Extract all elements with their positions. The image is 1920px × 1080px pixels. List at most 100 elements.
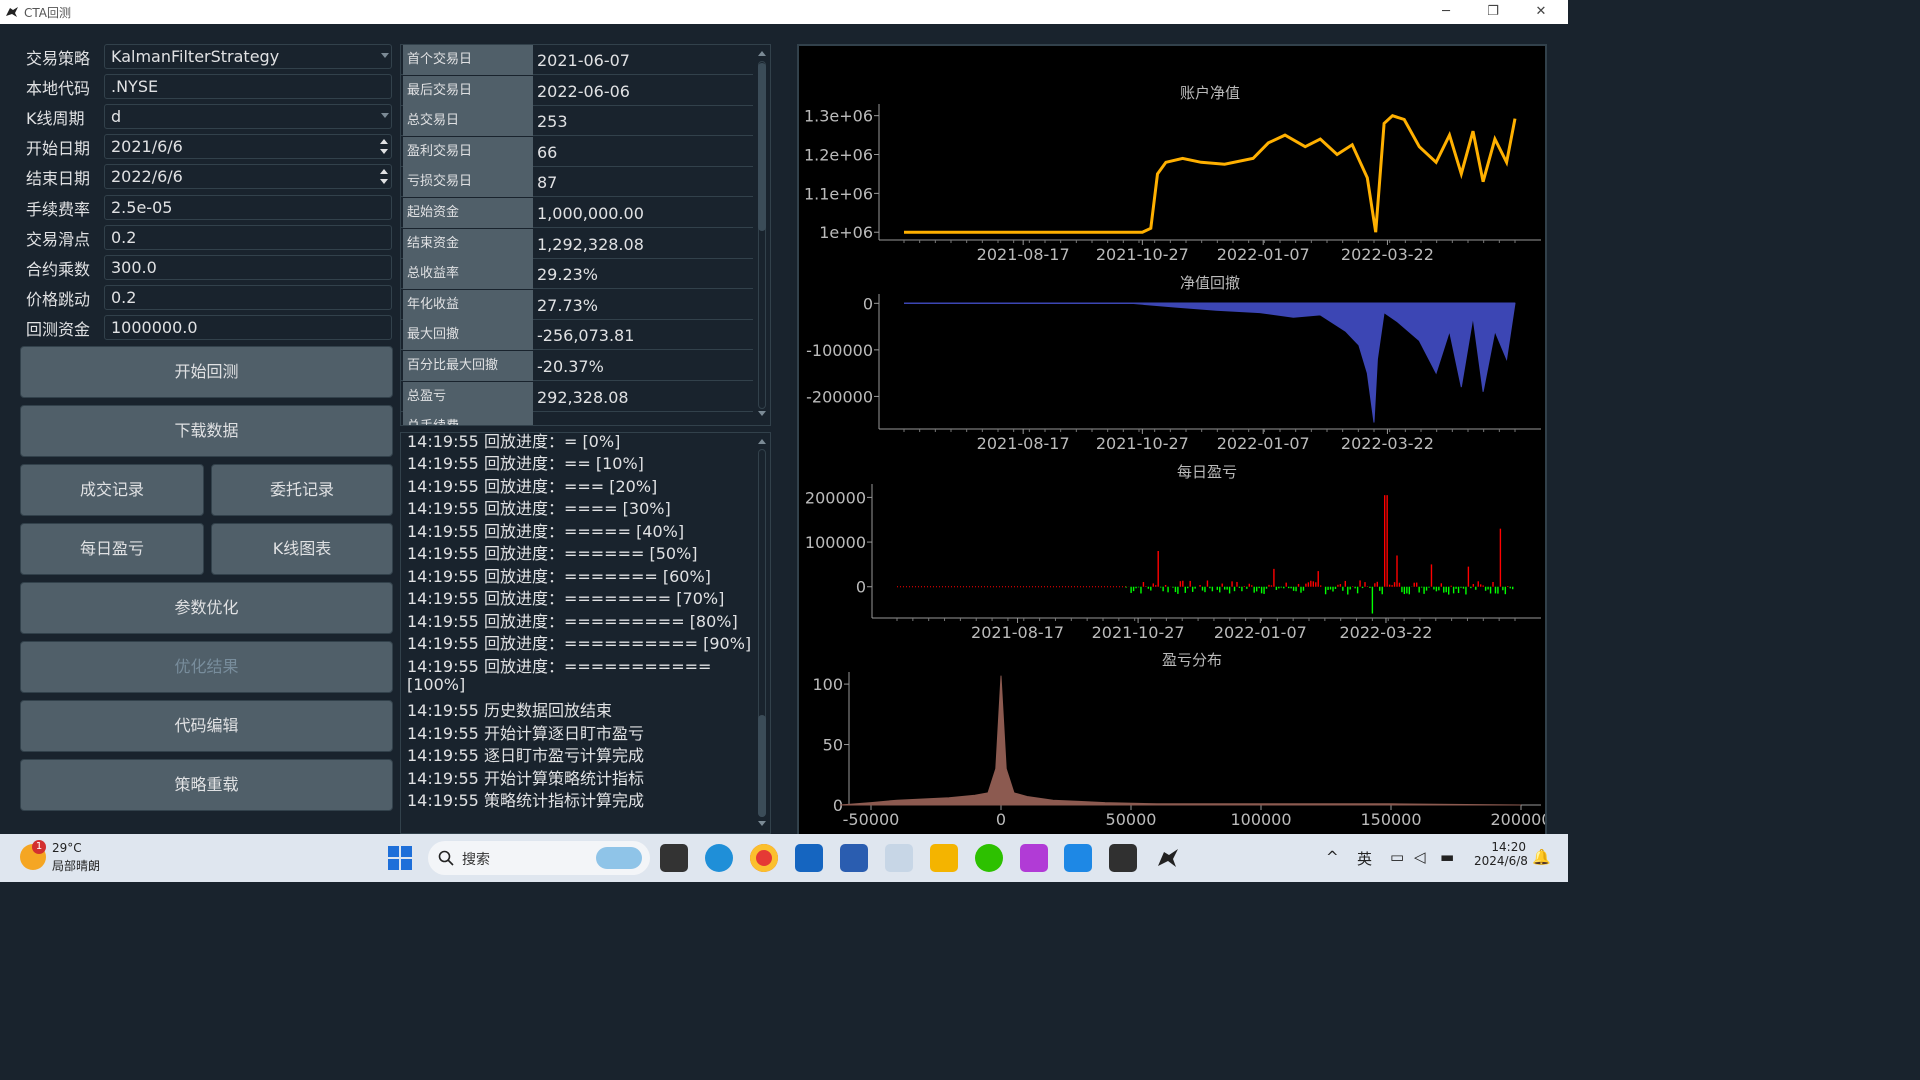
scroll-up-icon[interactable]	[758, 51, 766, 56]
date-field[interactable]: 2022/6/6	[104, 164, 392, 190]
stats-row[interactable]: 首个交易日 2021-06-07	[401, 45, 753, 75]
x-tick-label: 200000	[1490, 810, 1545, 829]
scroll-up-icon[interactable]	[758, 439, 766, 444]
download-data-button[interactable]: 下载数据	[20, 405, 393, 457]
spin-up-icon[interactable]	[380, 139, 388, 145]
stat-key: 盈利交易日	[403, 136, 533, 167]
stats-row[interactable]: 总交易日 253	[401, 106, 753, 137]
form-label: 开始日期	[26, 139, 91, 159]
stats-scrollbar[interactable]	[755, 45, 769, 425]
form-row: 交易滑点 0.2	[20, 224, 394, 251]
stats-row[interactable]: 总盈亏 292,328.08	[401, 381, 753, 412]
text-field[interactable]: 1000000.0	[104, 314, 392, 340]
log-scrollbar[interactable]	[755, 433, 769, 833]
app-icon[interactable]	[1020, 844, 1048, 872]
start-backtest-button[interactable]: 开始回测	[20, 346, 393, 398]
spin-up-icon[interactable]	[380, 169, 388, 175]
scroll-thumb[interactable]	[758, 715, 766, 817]
combo-box[interactable]: d	[104, 104, 392, 130]
scroll-down-icon[interactable]	[758, 411, 766, 416]
order-records-button[interactable]: 委托记录	[211, 464, 393, 516]
charts-svg[interactable]: 账户净值 2021-08-17 2021-10-27 2022-01-07 2022-0…	[799, 46, 1552, 834]
log-line: 14:19:55 回放进度：=== [20%]	[407, 476, 658, 496]
app-logo-icon	[6, 7, 18, 17]
file-explorer-icon[interactable]	[930, 844, 958, 872]
chrome-icon[interactable]	[750, 844, 778, 872]
stats-row[interactable]: 起始资金 1,000,000.00	[401, 198, 753, 228]
stats-row[interactable]: 亏损交易日 87	[401, 167, 753, 198]
stats-row[interactable]: 总收益率 29.23%	[401, 259, 753, 290]
log-line: 14:19:55 回放进度：======= [60%]	[407, 566, 711, 586]
x-tick-label: 2021-10-27	[1092, 623, 1185, 642]
start-icon[interactable]	[388, 846, 412, 870]
date-field[interactable]: 2021/6/6	[104, 134, 392, 160]
network-icon[interactable]: ▭	[1390, 848, 1404, 866]
strategy-reload-button[interactable]: 策略重载	[20, 759, 393, 811]
battery-icon[interactable]: ▬	[1440, 848, 1454, 866]
minimize-button[interactable]: ─	[1431, 2, 1461, 22]
daily-pnl-button[interactable]: 每日盈亏	[20, 523, 204, 575]
param-optimize-button[interactable]: 参数优化	[20, 582, 393, 634]
notification-bell-icon[interactable]: 🔔	[1532, 848, 1551, 866]
text-field[interactable]: 0.2	[104, 224, 392, 250]
edge-icon[interactable]	[705, 844, 733, 872]
weather-desc[interactable]: 局部晴朗	[52, 857, 100, 874]
stats-row[interactable]: 盈利交易日 66	[401, 136, 753, 167]
ime-indicator[interactable]: 英	[1357, 848, 1372, 869]
log-line: 14:19:55 回放进度：====== [50%]	[407, 544, 698, 564]
stat-value: 253	[537, 112, 568, 132]
close-button[interactable]: ✕	[1526, 2, 1556, 22]
vscode-icon[interactable]	[1064, 844, 1092, 872]
y-tick-label: 200000	[805, 488, 866, 507]
optimize-result-button[interactable]: 优化结果	[20, 641, 393, 693]
stats-row[interactable]: 百分比最大回撤 -20.37%	[401, 351, 753, 381]
text-field[interactable]: 0.2	[104, 284, 392, 310]
text-field[interactable]: .NYSE	[104, 74, 392, 100]
search-label: 搜索	[462, 852, 490, 868]
x-tick-label: 2022-03-22	[1341, 434, 1434, 453]
scroll-down-icon[interactable]	[758, 821, 766, 826]
stat-value	[535, 412, 753, 425]
weather-temp[interactable]: 29°C	[52, 841, 82, 855]
x-tick-label: 2021-10-27	[1096, 434, 1189, 453]
statistics-table[interactable]: 首个交易日 2021-06-07 最后交易日 2022-06-06 总交易日 253 盈利交…	[400, 44, 771, 426]
form-row: K线周期 d	[20, 104, 394, 130]
terminal-icon[interactable]	[1109, 844, 1137, 872]
log-line: 14:19:55 逐日盯市盈亏计算完成	[407, 746, 644, 766]
chevron-down-icon[interactable]	[381, 113, 389, 119]
tray-expand-icon[interactable]: ^	[1326, 848, 1339, 866]
maximize-button[interactable]: ❐	[1478, 2, 1508, 22]
wechat-icon[interactable]	[975, 844, 1003, 872]
mail-icon[interactable]	[795, 844, 823, 872]
date-spinner[interactable]	[378, 166, 390, 188]
y-tick-label: 1.2e+06	[804, 146, 873, 165]
vnpy-icon[interactable]	[1154, 844, 1182, 872]
spin-down-icon[interactable]	[380, 149, 388, 155]
code-edit-button[interactable]: 代码编辑	[20, 700, 393, 752]
chevron-down-icon[interactable]	[381, 53, 389, 58]
trade-records-button[interactable]: 成交记录	[20, 464, 204, 516]
text-field[interactable]: 300.0	[104, 254, 392, 280]
kline-chart-button[interactable]: K线图表	[211, 523, 393, 575]
stats-row[interactable]: 最后交易日 2022-06-06	[401, 75, 753, 106]
date-spinner[interactable]	[378, 136, 390, 158]
volume-icon[interactable]: ◁	[1414, 848, 1426, 866]
combo-box[interactable]: KalmanFilterStrategy	[104, 44, 392, 69]
store-icon[interactable]	[840, 844, 868, 872]
stat-key: 年化收益	[403, 289, 533, 320]
task-view-icon[interactable]	[660, 844, 688, 872]
spin-down-icon[interactable]	[380, 179, 388, 185]
scroll-thumb[interactable]	[758, 63, 766, 231]
stats-row[interactable]: 年化收益 27.73%	[401, 289, 753, 320]
stats-row[interactable]: 结束资金 1,292,328.08	[401, 228, 753, 259]
stock-chart-icon[interactable]	[885, 844, 913, 872]
stats-row[interactable]: 总手续费	[401, 412, 753, 425]
x-tick-label: 2021-08-17	[977, 434, 1070, 453]
stats-row[interactable]: 最大回撤 -256,073.81	[401, 320, 753, 351]
taskbar-search[interactable]: 搜索	[428, 841, 650, 875]
log-output[interactable]: 14:19:55 回放进度：= [0%] 14:19:55 回放进度：== [10…	[400, 432, 771, 834]
y-tick-label: 50	[823, 736, 843, 755]
stat-value: -256,073.81	[537, 326, 635, 346]
text-field[interactable]: 2.5e-05	[104, 194, 392, 220]
taskbar-clock[interactable]: 14:20 2024/6/8	[1474, 840, 1528, 868]
